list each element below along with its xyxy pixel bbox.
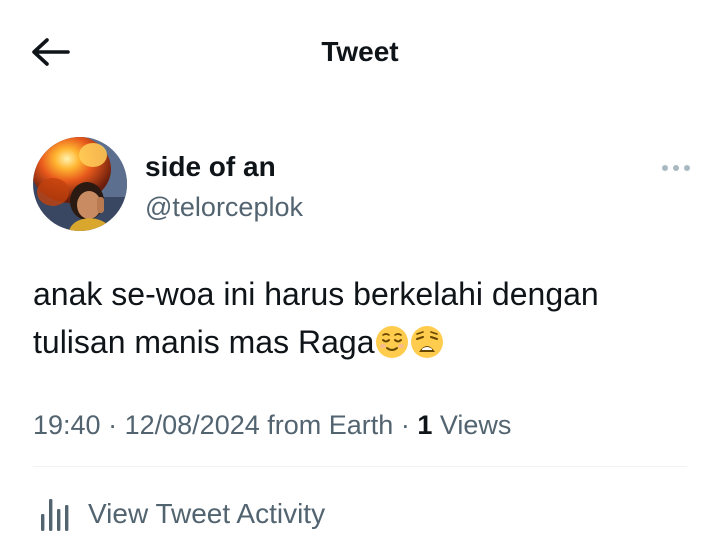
author-handle[interactable]: @telorceplok: [145, 190, 303, 224]
divider: [33, 466, 687, 467]
tweet-date: 12/08/2024: [124, 410, 260, 440]
profile-photo: [33, 137, 127, 231]
meta-separator: ·: [400, 410, 410, 440]
view-tweet-activity-button[interactable]: View Tweet Activity: [38, 494, 325, 534]
tweet-time: 19:40: [33, 410, 101, 440]
more-options-button[interactable]: [656, 156, 696, 180]
author-display-name[interactable]: side of an: [145, 150, 276, 184]
views-count: 1: [417, 410, 433, 440]
views-label: Views: [439, 410, 512, 440]
weary-face-emoji: [411, 326, 444, 358]
more-horizontal-icon: [662, 165, 690, 171]
avatar[interactable]: [33, 137, 127, 231]
relieved-face-emoji: [376, 326, 409, 358]
page-title: Tweet: [321, 36, 399, 67]
tweet-meta: 19:40 · 12/08/2024 from Earth · 1 Views: [33, 407, 511, 443]
top-nav-bar: Tweet: [0, 0, 720, 106]
bar-chart-icon: [41, 499, 69, 531]
activity-label: View Tweet Activity: [88, 498, 326, 529]
meta-separator: ·: [108, 410, 118, 440]
tweet-text: anak se-woa ini harus berkelahi dengan t…: [33, 276, 599, 360]
tweet-source: from Earth: [267, 410, 394, 440]
tweet-body: anak se-woa ini harus berkelahi dengan t…: [33, 270, 693, 366]
